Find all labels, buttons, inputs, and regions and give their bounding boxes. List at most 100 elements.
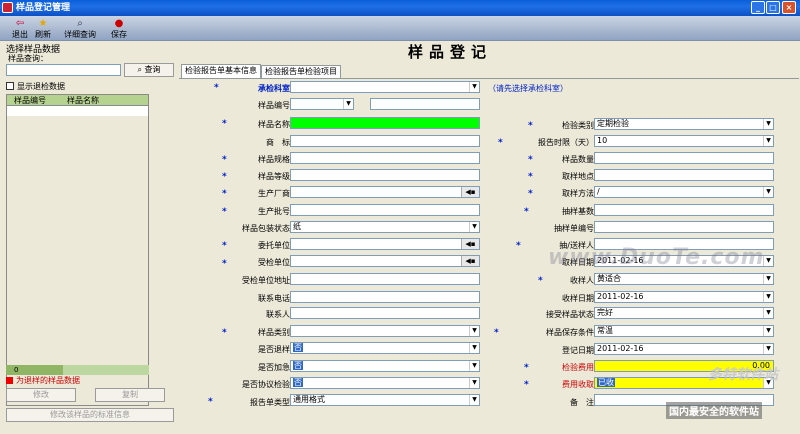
pick-icon[interactable]: ◀▪ <box>461 187 479 197</box>
modify-standard-button[interactable]: 修改该样品的标准信息 <box>6 408 174 422</box>
state-select[interactable]: 完好 ▼ <box>594 307 774 319</box>
legend-swatch <box>6 377 13 384</box>
spec-input[interactable] <box>290 152 480 164</box>
inspected-addr-input[interactable] <box>290 273 480 285</box>
required-mark: * <box>538 276 543 286</box>
required-mark: * <box>524 363 529 373</box>
phone-input[interactable] <box>290 291 480 303</box>
batch-input[interactable] <box>290 204 480 216</box>
inspect-type-label: 检验类别 <box>562 121 594 130</box>
batch-label: 生产批号 <box>258 207 290 216</box>
refresh-button[interactable]: ★ 刷新 <box>30 17 56 40</box>
pick-icon[interactable]: ◀▪ <box>461 256 479 266</box>
returned-select[interactable]: 否 ▼ <box>290 342 480 354</box>
search-icon: ⌕ <box>137 65 142 74</box>
place-label: 取样地点 <box>562 172 594 181</box>
grade-label: 样品等级 <box>258 172 290 181</box>
contact-input[interactable] <box>290 307 480 319</box>
chevron-down-icon: ▼ <box>763 292 773 302</box>
dept-hint: （请先选择承检科室） <box>488 84 568 93</box>
window-title: 样品登记管理 <box>16 3 71 13</box>
minimize-button[interactable]: _ <box>751 1 765 14</box>
show-back-checkbox[interactable] <box>6 82 14 90</box>
modify-button[interactable]: 修改 <box>6 388 76 402</box>
exit-icon: ⇦ <box>15 18 25 29</box>
count-value: 0 <box>14 366 19 374</box>
maker-label: 生产厂商 <box>258 189 290 198</box>
pack-select[interactable]: 纸 ▼ <box>290 221 480 233</box>
maximize-button[interactable]: □ <box>766 1 780 14</box>
base-input[interactable] <box>594 204 774 216</box>
grid-row[interactable] <box>7 106 148 116</box>
required-mark: * <box>222 328 227 338</box>
recv-date-label: 收样日期 <box>562 294 594 303</box>
required-mark: * <box>222 172 227 182</box>
chevron-down-icon: ▼ <box>469 343 479 353</box>
receiver-select[interactable]: 黄适合 ▼ <box>594 273 774 285</box>
qty-label: 样品数量 <box>562 155 594 164</box>
inspect-type-select[interactable]: 定期检验 ▼ <box>594 118 774 130</box>
chevron-down-icon: ▼ <box>469 82 479 92</box>
required-mark: * <box>524 207 529 217</box>
recv-date-select[interactable]: 2011-02-16 ▼ <box>594 291 774 303</box>
agreement-label: 是否协议检验 <box>242 380 290 389</box>
form-title: 样品登记 <box>408 43 493 61</box>
report-type-label: 报告单类型 <box>250 398 290 407</box>
detail-query-button[interactable]: ⌕ 详细查询 <box>60 17 100 40</box>
magnifier-icon: ⌕ <box>77 18 83 29</box>
method-select[interactable]: / ▼ <box>594 186 774 198</box>
inspected-label: 受检单位 <box>258 258 290 267</box>
query-label: 样品查询： <box>8 54 48 63</box>
query-input[interactable] <box>6 64 121 76</box>
fee-recv-label: 费用收取 <box>562 380 594 389</box>
urgent-label: 是否加急 <box>258 363 290 372</box>
name-input[interactable] <box>290 117 480 129</box>
method-label: 取样方法 <box>562 189 594 198</box>
required-mark: * <box>494 328 499 338</box>
reg-date-label: 登记日期 <box>562 346 594 355</box>
star-icon: ★ <box>38 18 48 29</box>
copy-button[interactable]: 复制 <box>95 388 165 402</box>
report-type-select[interactable]: 通用格式 ▼ <box>290 394 480 406</box>
client-input[interactable]: ◀▪ <box>290 238 480 250</box>
qty-input[interactable] <box>594 152 774 164</box>
category-select[interactable]: ▼ <box>290 325 480 337</box>
maker-input[interactable]: ◀▪ <box>290 186 480 198</box>
dept-label: 承检科室 <box>258 84 290 93</box>
close-button[interactable]: × <box>782 1 796 14</box>
grade-input[interactable] <box>290 169 480 181</box>
client-label: 委托单位 <box>258 241 290 250</box>
chevron-down-icon: ▼ <box>469 378 479 388</box>
urgent-select[interactable]: 否 ▼ <box>290 360 480 372</box>
query-button[interactable]: ⌕ 查询 <box>124 63 174 77</box>
watermark: www.DuoTe.com <box>548 245 765 270</box>
sample-no-input[interactable] <box>370 98 480 110</box>
contact-label: 联系人 <box>266 310 290 319</box>
tab-basic-info[interactable]: 检验报告单基本信息 <box>181 64 261 78</box>
place-input[interactable] <box>594 169 774 181</box>
chevron-down-icon: ▼ <box>343 99 353 109</box>
required-mark: * <box>222 189 227 199</box>
cond-select[interactable]: 常温 ▼ <box>594 325 774 337</box>
sample-grid[interactable]: 样品编号 样品名称 <box>6 94 149 406</box>
required-mark: * <box>524 380 529 390</box>
agreement-select[interactable]: 否 ▼ <box>290 377 480 389</box>
pick-icon[interactable]: ◀▪ <box>461 239 479 249</box>
sheet-no-input[interactable] <box>594 221 774 233</box>
cond-label: 样品保存条件 <box>546 328 594 337</box>
tab-inspection-items[interactable]: 检验报告单检验项目 <box>261 65 341 78</box>
chevron-down-icon: ▼ <box>763 136 773 146</box>
reg-date-select[interactable]: 2011-02-16 ▼ <box>594 343 774 355</box>
chevron-down-icon: ▼ <box>469 222 479 232</box>
pack-label: 样品包装状态 <box>242 224 290 233</box>
save-button[interactable]: ● 保存 <box>106 17 132 40</box>
deadline-select[interactable]: 10 ▼ <box>594 135 774 147</box>
deadline-label: 报告时限（天） <box>538 138 594 147</box>
chevron-down-icon: ▼ <box>763 256 773 266</box>
brand-input[interactable] <box>290 135 480 147</box>
show-back-label: 显示退检数据 <box>17 82 65 91</box>
dept-select[interactable]: ▼ <box>290 81 480 93</box>
inspected-input[interactable]: ◀▪ <box>290 255 480 267</box>
app-icon <box>2 2 13 13</box>
sample-no-prefix-select[interactable]: ▼ <box>290 98 354 110</box>
